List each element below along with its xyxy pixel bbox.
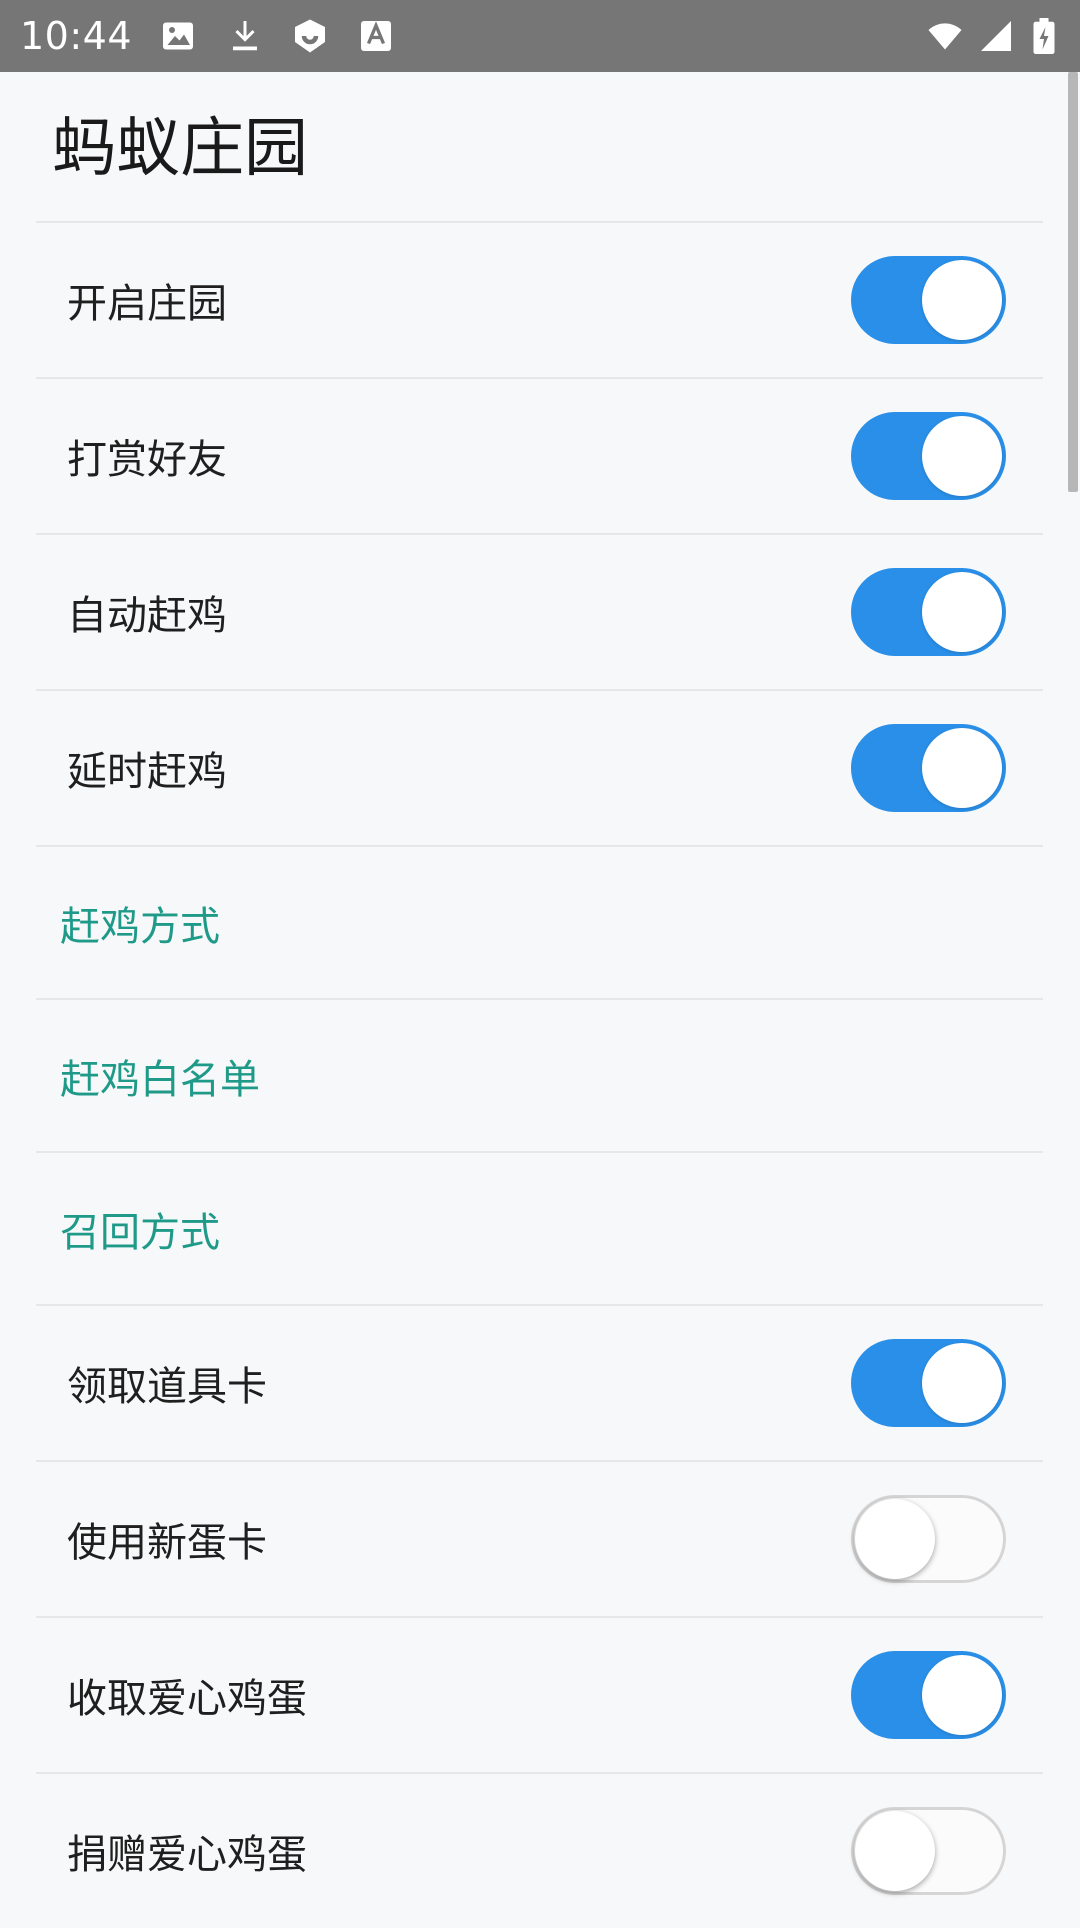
toggle-switch[interactable] bbox=[851, 568, 1006, 656]
preference-list: 开启庄园 打赏好友 自动赶鸡 延时赶鸡 赶鸡方式 赶鸡白名单 召回方式 领取道具… bbox=[36, 221, 1043, 1928]
toggle-switch[interactable] bbox=[851, 1495, 1006, 1583]
switch-knob bbox=[855, 1811, 935, 1891]
image-icon bbox=[160, 18, 196, 54]
pref-label: 捐赠爱心鸡蛋 bbox=[67, 1832, 307, 1878]
pref-label: 领取道具卡 bbox=[67, 1364, 267, 1410]
pref-link-label: 召回方式 bbox=[60, 1209, 220, 1256]
pref-delayed-chase-chicken[interactable]: 延时赶鸡 bbox=[36, 691, 1043, 845]
pref-collect-love-eggs[interactable]: 收取爱心鸡蛋 bbox=[36, 1618, 1043, 1772]
pref-donate-love-eggs[interactable]: 捐赠爱心鸡蛋 bbox=[36, 1774, 1043, 1928]
pref-auto-chase-chicken[interactable]: 自动赶鸡 bbox=[36, 535, 1043, 689]
download-icon bbox=[227, 18, 263, 54]
pref-collect-prop-cards[interactable]: 领取道具卡 bbox=[36, 1306, 1043, 1460]
pref-label: 开启庄园 bbox=[67, 281, 227, 327]
pref-enable-farm[interactable]: 开启庄园 bbox=[36, 223, 1043, 377]
switch-knob bbox=[922, 260, 1002, 340]
pref-label: 收取爱心鸡蛋 bbox=[67, 1676, 307, 1722]
page-title: 蚂蚁庄园 bbox=[52, 112, 308, 186]
status-bar: 10:44 bbox=[0, 0, 1080, 72]
signal-icon bbox=[978, 18, 1014, 54]
battery-icon bbox=[1032, 18, 1056, 54]
pref-label: 使用新蛋卡 bbox=[67, 1520, 267, 1566]
switch-knob bbox=[922, 1655, 1002, 1735]
switch-knob bbox=[855, 1499, 935, 1579]
shield-icon bbox=[292, 18, 328, 54]
toggle-switch[interactable] bbox=[851, 256, 1006, 344]
pref-label: 自动赶鸡 bbox=[67, 593, 227, 639]
switch-knob bbox=[922, 416, 1002, 496]
pref-link-label: 赶鸡白名单 bbox=[60, 1056, 260, 1103]
switch-knob bbox=[922, 572, 1002, 652]
pref-label: 打赏好友 bbox=[67, 437, 227, 483]
switch-knob bbox=[922, 728, 1002, 808]
toggle-switch[interactable] bbox=[851, 412, 1006, 500]
toggle-switch[interactable] bbox=[851, 1651, 1006, 1739]
switch-knob bbox=[922, 1343, 1002, 1423]
toggle-switch[interactable] bbox=[851, 1339, 1006, 1427]
pref-recall-method[interactable]: 召回方式 bbox=[36, 1153, 1043, 1304]
pref-use-new-egg-card[interactable]: 使用新蛋卡 bbox=[36, 1462, 1043, 1616]
toggle-switch[interactable] bbox=[851, 724, 1006, 812]
pref-chase-whitelist[interactable]: 赶鸡白名单 bbox=[36, 1000, 1043, 1151]
pref-link-label: 赶鸡方式 bbox=[60, 903, 220, 950]
wifi-icon bbox=[923, 18, 967, 54]
status-time: 10:44 bbox=[20, 14, 133, 58]
pref-chase-method[interactable]: 赶鸡方式 bbox=[36, 847, 1043, 998]
toggle-switch[interactable] bbox=[851, 1807, 1006, 1895]
keyboard-a-icon bbox=[358, 18, 394, 54]
scrollbar[interactable] bbox=[1068, 72, 1078, 492]
pref-label: 延时赶鸡 bbox=[67, 749, 227, 795]
pref-tip-friends[interactable]: 打赏好友 bbox=[36, 379, 1043, 533]
